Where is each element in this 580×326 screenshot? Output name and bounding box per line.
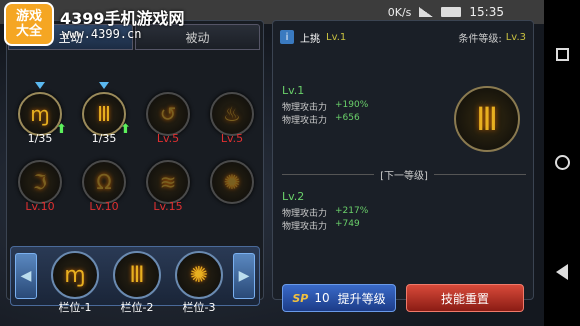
slot-prev-button[interactable]: ◀ [15,253,37,299]
recent-apps-icon[interactable] [554,46,570,62]
skill-level-label: Lv.5 [156,132,180,145]
slot-label: 栏位-2 [120,301,154,314]
shuriken-icon[interactable]: ✺ [175,251,223,299]
shuriken-icon[interactable]: ✺ [210,160,254,204]
stat-value: +190% [335,100,369,110]
slot-label: 栏位-1 [58,301,92,314]
next-level-label: [下一等级] [380,170,428,182]
equipped-marker-icon [35,82,45,89]
signal-icon [419,7,434,17]
upgrade-arrow-icon: ⬆ [120,122,131,137]
upgrade-label: 提升等级 [337,291,386,306]
skill-detail-panel [272,20,534,300]
stat-value: +656 [335,113,360,123]
current-stat-row: 物理攻击力 +190% [282,100,368,113]
upgrade-level-button[interactable]: SP 10 提升等级 [282,284,396,312]
flame-icon[interactable]: ♨ [210,92,254,136]
skill-level-label: Lv.10 [89,200,119,213]
required-level-value: Lv.3 [505,31,526,43]
upgrade-arrow-icon: ⬆ [56,122,67,137]
next-stat-row: 物理攻击力 +217% [282,206,368,219]
watermark-title: 4399手机游戏网 [60,9,185,28]
hook-icon[interactable]: ℑ [18,160,62,204]
badge-line-2: 大全 [15,24,42,39]
comb-claw-icon[interactable]: Ⅲ [113,251,161,299]
home-icon[interactable] [554,155,570,171]
back-icon[interactable] [554,263,570,280]
site-watermark: 游戏 大全 4399手机游戏网 www.4399.cn [4,2,194,46]
equipped-marker-icon [99,82,109,89]
next-level-divider: [下一等级] [282,166,526,182]
skill-detail-header: i 上挑 Lv.1 条件等级: Lv.3 [280,26,526,48]
watermark-url: www.4399.cn [62,27,142,41]
stat-name: 物理攻击力 [282,116,328,126]
sp-count: 10 [314,291,330,305]
current-level-title: Lv.1 [282,84,305,97]
info-icon: i [280,30,294,44]
sp-icon: SP [292,291,309,305]
comb-claw-icon: Ⅲ [454,86,520,152]
slot-label: 栏位-3 [182,301,216,314]
next-level-title: Lv.2 [282,190,305,203]
skill-level-label: Lv.10 [25,200,55,213]
skill-level-label: Lv.15 [153,200,183,213]
claw-slash-icon[interactable]: ɱ [51,251,99,299]
spiral-icon[interactable]: ↺ [146,92,190,136]
stat-name: 物理攻击力 [282,103,328,113]
battery-icon [441,7,462,17]
network-speed: 0K/s [387,5,412,19]
clock: 15:35 [469,5,504,19]
stat-name: 物理攻击力 [282,222,328,232]
stat-name: 物理攻击力 [282,209,328,219]
skill-reset-button[interactable]: 技能重置 [406,284,524,312]
skill-level-label: Lv.5 [220,132,244,145]
skill-name: 上挑 [300,33,320,45]
skill-slot-bar: ◀ ▶ ɱ 栏位-1 Ⅲ 栏位-2 ✺ 栏位-3 [10,246,260,314]
stat-value: +749 [335,219,360,229]
skill-level: Lv.1 [326,31,347,43]
badge-line-1: 游戏 [15,9,42,24]
watermark-badge: 游戏 大全 [4,2,54,46]
current-stat-row: 物理攻击力 +656 [282,113,360,126]
android-nav-bar [544,0,580,326]
slot-next-button[interactable]: ▶ [233,253,255,299]
totem-icon[interactable]: Ω [82,160,126,204]
stat-value: +217% [335,206,369,216]
required-level-label: 条件等级: [458,33,502,45]
wave-icon[interactable]: ≋ [146,160,190,204]
next-stat-row: 物理攻击力 +749 [282,219,360,232]
